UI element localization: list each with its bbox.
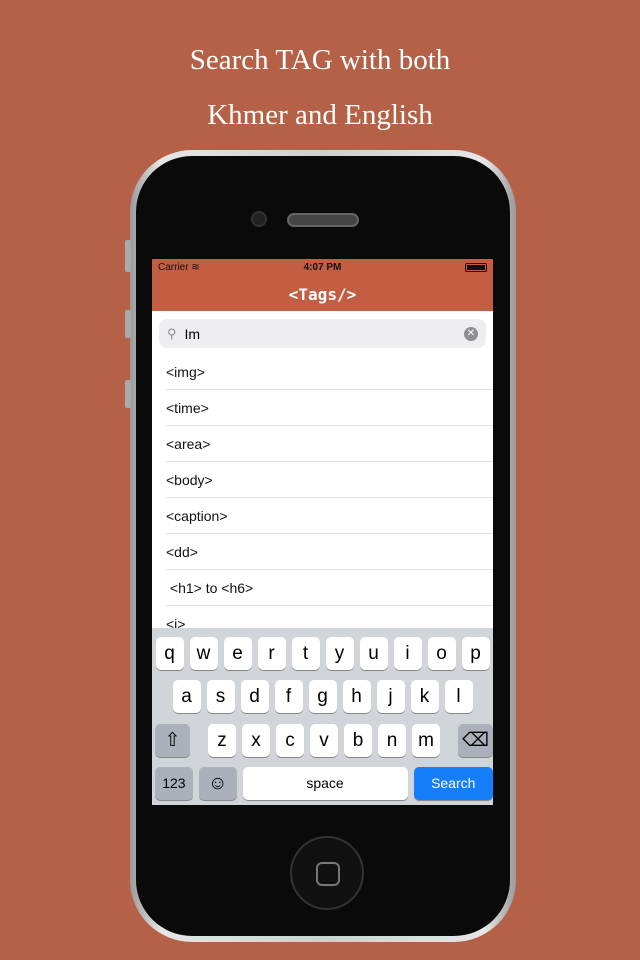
numbers-key[interactable]: 123 [155, 767, 193, 800]
search-value: Im [184, 325, 201, 342]
results-list: <img> <time> <area> <body> <caption> <dd… [152, 354, 493, 642]
list-item[interactable]: <caption> [166, 498, 493, 534]
page-title: <Tags/> [288, 285, 357, 304]
key[interactable]: j [376, 680, 405, 713]
speaker [287, 213, 359, 227]
key[interactable]: s [206, 680, 235, 713]
key[interactable]: u [359, 637, 388, 670]
space-key[interactable]: space [242, 767, 408, 800]
volume-up-button [125, 310, 131, 338]
list-item[interactable]: <time> [166, 390, 493, 426]
key[interactable]: k [410, 680, 439, 713]
keyboard: qwertyuiop asdfghjkl ⇧ zxcvbnm ⌫ 123 ☺ s… [152, 628, 493, 805]
key[interactable]: n [378, 724, 406, 757]
key[interactable]: z [208, 724, 236, 757]
app-screen: Carrier ≋ 4:07 PM <Tags/> ⚲ Im ✕ <img> <… [152, 259, 493, 805]
key[interactable]: t [291, 637, 320, 670]
key[interactable]: a [172, 680, 201, 713]
key[interactable]: v [310, 724, 338, 757]
key[interactable]: d [240, 680, 269, 713]
key[interactable]: f [274, 680, 303, 713]
mute-switch [125, 240, 131, 272]
list-item[interactable]: <h1> to <h6> [166, 570, 493, 606]
key[interactable]: g [308, 680, 337, 713]
key[interactable]: q [155, 637, 184, 670]
key[interactable]: p [461, 637, 490, 670]
key[interactable]: x [242, 724, 270, 757]
key[interactable]: w [189, 637, 218, 670]
clock: 4:07 PM [303, 262, 342, 273]
list-item[interactable]: <body> [166, 462, 493, 498]
key[interactable]: c [276, 724, 304, 757]
home-button[interactable] [290, 836, 364, 910]
key[interactable]: r [257, 637, 286, 670]
key[interactable]: h [342, 680, 371, 713]
search-input[interactable]: ⚲ Im ✕ [159, 319, 486, 348]
key[interactable]: b [344, 724, 372, 757]
list-item[interactable]: <img> [166, 354, 493, 390]
list-item[interactable]: <area> [166, 426, 493, 462]
promo-line-2: Khmer and English [207, 99, 433, 131]
status-bar: Carrier ≋ 4:07 PM [152, 259, 493, 276]
key[interactable]: e [223, 637, 252, 670]
delete-key[interactable]: ⌫ [458, 724, 493, 757]
nav-bar: Carrier ≋ 4:07 PM <Tags/> [152, 259, 493, 311]
list-item[interactable]: <dd> [166, 534, 493, 570]
clear-icon[interactable]: ✕ [464, 326, 478, 341]
search-key[interactable]: Search [413, 767, 493, 800]
emoji-key[interactable]: ☺ [198, 767, 237, 800]
shift-key[interactable]: ⇧ [155, 724, 190, 757]
key[interactable]: y [325, 637, 354, 670]
camera [251, 211, 267, 227]
key[interactable]: i [393, 637, 422, 670]
key[interactable]: l [444, 680, 473, 713]
volume-down-button [125, 380, 131, 408]
search-icon: ⚲ [167, 325, 177, 341]
key[interactable]: o [427, 637, 456, 670]
promo-line-1: Search TAG with both [189, 44, 451, 76]
key[interactable]: m [412, 724, 440, 757]
